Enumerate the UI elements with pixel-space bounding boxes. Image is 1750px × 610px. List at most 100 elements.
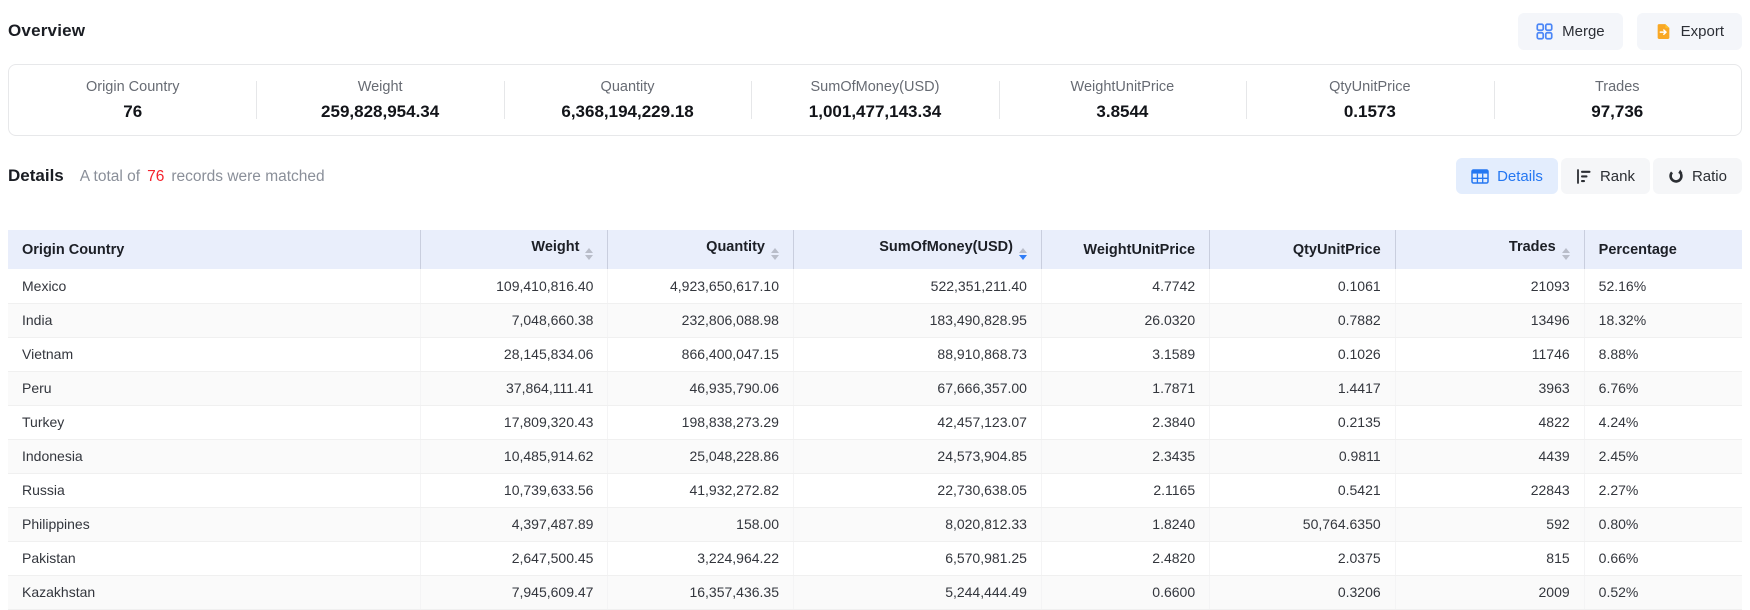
cell: 198,838,273.29 <box>608 405 794 439</box>
sort-icon <box>585 248 593 260</box>
stat-label: SumOfMoney(USD) <box>751 79 998 95</box>
cell: 2.3435 <box>1041 439 1209 473</box>
details-bar: Details A total of76records were matched… <box>8 158 1742 194</box>
export-icon <box>1655 23 1672 40</box>
stat-value: 259,828,954.34 <box>256 102 503 122</box>
stat-item: Quantity 6,368,194,229.18 <box>504 75 751 126</box>
table-row: Peru37,864,111.4146,935,790.0667,666,357… <box>8 371 1742 405</box>
stat-label: Quantity <box>504 79 751 95</box>
stat-label: Origin Country <box>9 79 256 95</box>
cell-origin-country: India <box>8 303 421 337</box>
stat-label: Weight <box>256 79 503 95</box>
table-icon <box>1471 169 1489 184</box>
merge-button[interactable]: Merge <box>1518 13 1623 50</box>
cell: 2009 <box>1395 575 1584 609</box>
table-row: Indonesia10,485,914.6225,048,228.8624,57… <box>8 439 1742 473</box>
cell: 0.1061 <box>1210 269 1396 303</box>
cell: 25,048,228.86 <box>608 439 794 473</box>
column-header-weightunitprice: WeightUnitPrice <box>1041 230 1209 269</box>
cell: 183,490,828.95 <box>793 303 1041 337</box>
stat-label: QtyUnitPrice <box>1246 79 1493 95</box>
cell: 8.88% <box>1584 337 1742 371</box>
column-label: QtyUnitPrice <box>1293 242 1381 258</box>
column-header-trades[interactable]: Trades <box>1395 230 1584 269</box>
cell: 0.80% <box>1584 507 1742 541</box>
cell: 2.0375 <box>1210 541 1396 575</box>
cell: 4439 <box>1395 439 1584 473</box>
column-label: Origin Country <box>22 242 124 258</box>
stat-value: 97,736 <box>1494 102 1741 122</box>
cell: 46,935,790.06 <box>608 371 794 405</box>
stat-value: 3.8544 <box>999 102 1246 122</box>
cell: 18.32% <box>1584 303 1742 337</box>
cell: 52.16% <box>1584 269 1742 303</box>
records-summary: A total of76records were matched <box>80 168 325 186</box>
column-header-sumofmoney-usd-[interactable]: SumOfMoney(USD) <box>793 230 1041 269</box>
stat-value: 1,001,477,143.34 <box>751 102 998 122</box>
cell: 0.1026 <box>1210 337 1396 371</box>
merge-icon <box>1536 23 1553 40</box>
cell: 24,573,904.85 <box>793 439 1041 473</box>
cell: 6.76% <box>1584 371 1742 405</box>
cell: 11746 <box>1395 337 1584 371</box>
cell: 0.9811 <box>1210 439 1396 473</box>
merge-button-label: Merge <box>1562 23 1605 40</box>
stat-value: 0.1573 <box>1246 102 1493 122</box>
sort-icon <box>1562 248 1570 260</box>
records-suffix: records were matched <box>171 168 324 185</box>
cell: 50,764.6350 <box>1210 507 1396 541</box>
cell: 2.45% <box>1584 439 1742 473</box>
cell: 10,739,633.56 <box>421 473 608 507</box>
cell: 0.66% <box>1584 541 1742 575</box>
cell: 0.2135 <box>1210 405 1396 439</box>
stat-item: SumOfMoney(USD) 1,001,477,143.34 <box>751 75 998 126</box>
cell: 88,910,868.73 <box>793 337 1041 371</box>
cell: 522,351,211.40 <box>793 269 1041 303</box>
details-table: Origin Country Weight Quantity SumOfMoney(U… <box>8 230 1742 610</box>
cell: 37,864,111.41 <box>421 371 608 405</box>
cell: 8,020,812.33 <box>793 507 1041 541</box>
table-row: Turkey17,809,320.43198,838,273.2942,457,… <box>8 405 1742 439</box>
overview-card: Origin Country 76 Weight 259,828,954.34 … <box>8 64 1742 136</box>
export-button-label: Export <box>1681 23 1724 40</box>
cell-origin-country: Russia <box>8 473 421 507</box>
stat-item: WeightUnitPrice 3.8544 <box>999 75 1246 126</box>
export-button[interactable]: Export <box>1637 13 1742 50</box>
column-label: Trades <box>1509 239 1556 255</box>
cell-origin-country: Mexico <box>8 269 421 303</box>
cell-origin-country: Indonesia <box>8 439 421 473</box>
topbar-actions: Merge Export <box>1518 13 1742 50</box>
table-row: India7,048,660.38232,806,088.98183,490,8… <box>8 303 1742 337</box>
cell: 4,923,650,617.10 <box>608 269 794 303</box>
cell: 2.3840 <box>1041 405 1209 439</box>
column-label: Quantity <box>706 239 765 255</box>
cell: 109,410,816.40 <box>421 269 608 303</box>
page-title: Overview <box>8 21 85 41</box>
topbar: Overview Merge <box>8 12 1742 50</box>
table-body: Mexico109,410,816.404,923,650,617.10522,… <box>8 269 1742 609</box>
cell: 0.5421 <box>1210 473 1396 507</box>
cell-origin-country: Vietnam <box>8 337 421 371</box>
table-row: Russia10,739,633.5641,932,272.8222,730,6… <box>8 473 1742 507</box>
column-label: SumOfMoney(USD) <box>879 239 1013 255</box>
tab-label: Details <box>1497 168 1543 185</box>
column-header-qtyunitprice: QtyUnitPrice <box>1210 230 1396 269</box>
tab-rank[interactable]: Rank <box>1561 158 1650 194</box>
tab-details[interactable]: Details <box>1456 158 1558 194</box>
table-row: Vietnam28,145,834.06866,400,047.1588,910… <box>8 337 1742 371</box>
stat-item: Weight 259,828,954.34 <box>256 75 503 126</box>
cell: 2.27% <box>1584 473 1742 507</box>
cell: 10,485,914.62 <box>421 439 608 473</box>
cell: 1.8240 <box>1041 507 1209 541</box>
cell: 67,666,357.00 <box>793 371 1041 405</box>
cell: 7,945,609.47 <box>421 575 608 609</box>
cell: 4.24% <box>1584 405 1742 439</box>
cell: 0.52% <box>1584 575 1742 609</box>
column-header-weight[interactable]: Weight <box>421 230 608 269</box>
page-root: Overview Merge <box>0 0 1750 610</box>
cell: 1.7871 <box>1041 371 1209 405</box>
cell: 815 <box>1395 541 1584 575</box>
column-header-quantity[interactable]: Quantity <box>608 230 794 269</box>
tab-ratio[interactable]: Ratio <box>1653 158 1742 194</box>
cell: 0.7882 <box>1210 303 1396 337</box>
